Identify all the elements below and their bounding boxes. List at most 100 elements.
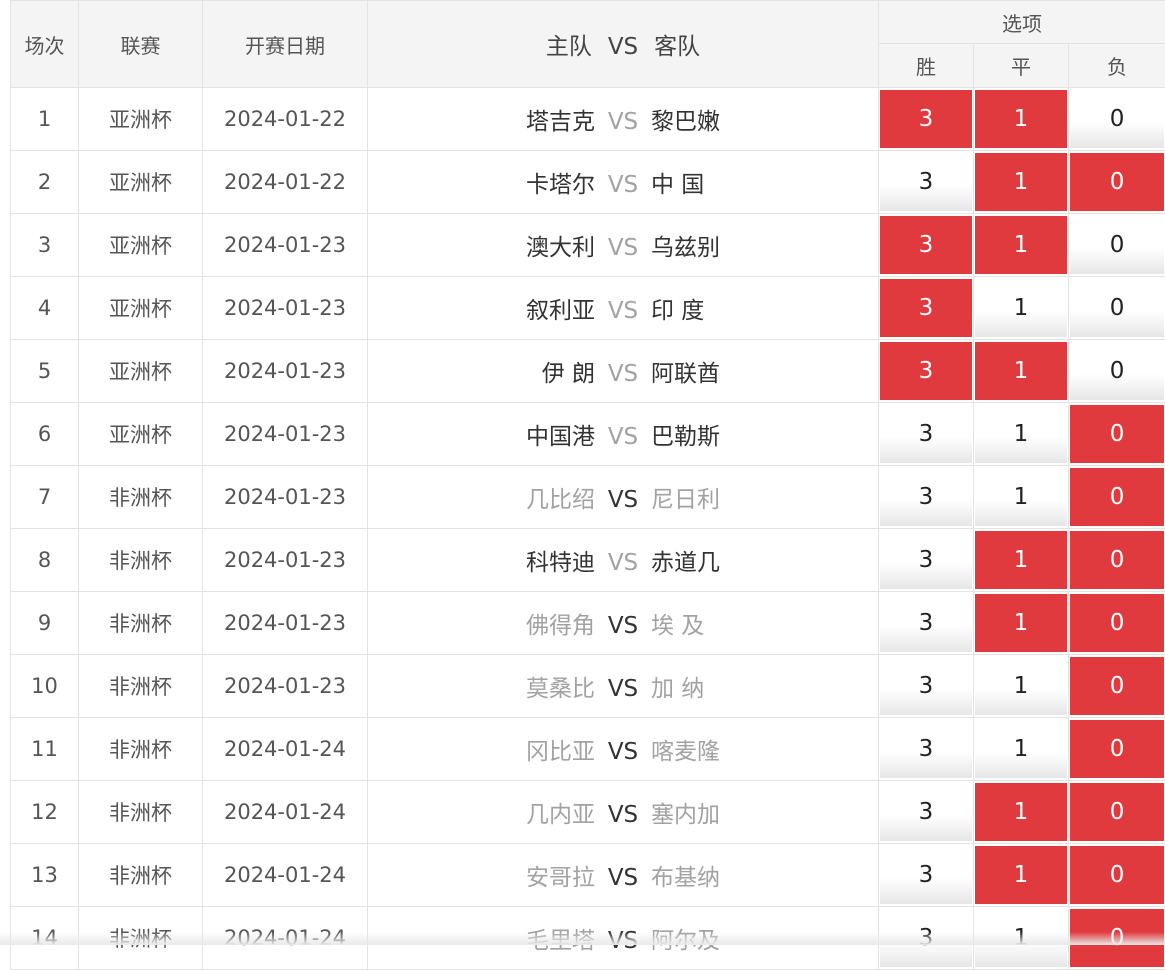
option-cell-draw: 1 — [974, 277, 1069, 340]
table-row: 10非洲杯2024-01-23莫桑比VS加 纳310 — [11, 655, 1165, 718]
option-draw-button[interactable]: 1 — [975, 720, 1067, 778]
date-cell: 2024-01-23 — [203, 214, 368, 277]
option-draw-button[interactable]: 1 — [975, 783, 1067, 841]
option-cell-lose: 0 — [1069, 781, 1165, 844]
option-win-button[interactable]: 3 — [880, 279, 972, 337]
table-row: 7非洲杯2024-01-23几比绍VS尼日利310 — [11, 466, 1165, 529]
date-cell: 2024-01-24 — [203, 718, 368, 781]
option-cell-lose: 0 — [1069, 277, 1165, 340]
option-draw-button[interactable]: 1 — [975, 153, 1067, 211]
option-cell-win: 3 — [879, 655, 974, 718]
option-cell-draw: 1 — [974, 151, 1069, 214]
league-cell: 非洲杯 — [79, 529, 203, 592]
table-row: 2亚洲杯2024-01-22卡塔尔VS中 国310 — [11, 151, 1165, 214]
option-cell-lose: 0 — [1069, 655, 1165, 718]
option-draw-button[interactable]: 1 — [975, 594, 1067, 652]
option-draw-button[interactable]: 1 — [975, 279, 1067, 337]
option-cell-win: 3 — [879, 151, 974, 214]
home-team: 伊 朗 — [375, 354, 595, 388]
option-cell-win: 3 — [879, 718, 974, 781]
option-draw-button[interactable]: 1 — [975, 216, 1067, 274]
option-draw-button[interactable]: 1 — [975, 846, 1067, 904]
date-cell: 2024-01-23 — [203, 403, 368, 466]
option-win-button[interactable]: 3 — [880, 216, 972, 274]
league-cell: 非洲杯 — [79, 655, 203, 718]
option-win-button[interactable]: 3 — [880, 657, 972, 715]
league-cell: 亚洲杯 — [79, 88, 203, 151]
home-team: 几比绍 — [375, 480, 595, 514]
match-cell: 安哥拉VS布基纳 — [368, 844, 879, 907]
option-cell-draw: 1 — [974, 844, 1069, 907]
header-away: 客队 — [654, 34, 700, 60]
home-team: 佛得角 — [375, 606, 595, 640]
match-index: 10 — [11, 655, 79, 718]
option-lose-button[interactable]: 0 — [1070, 846, 1164, 904]
option-cell-draw: 1 — [974, 592, 1069, 655]
header-league: 联赛 — [79, 1, 203, 88]
match-cell: 几比绍VS尼日利 — [368, 466, 879, 529]
option-win-button[interactable]: 3 — [880, 594, 972, 652]
option-draw-button[interactable]: 1 — [975, 342, 1067, 400]
option-cell-lose: 0 — [1069, 403, 1165, 466]
vs-label: VS — [595, 235, 651, 261]
option-lose-button[interactable]: 0 — [1070, 405, 1164, 463]
away-team: 布基纳 — [651, 858, 871, 892]
away-team: 印 度 — [651, 291, 871, 325]
option-cell-lose: 0 — [1069, 151, 1165, 214]
league-cell: 亚洲杯 — [79, 277, 203, 340]
match-index: 9 — [11, 592, 79, 655]
option-cell-lose: 0 — [1069, 466, 1165, 529]
option-win-button[interactable]: 3 — [880, 342, 972, 400]
option-win-button[interactable]: 3 — [880, 468, 972, 526]
option-cell-draw: 1 — [974, 403, 1069, 466]
option-win-button[interactable]: 3 — [880, 720, 972, 778]
match-cell: 科特迪VS赤道几 — [368, 529, 879, 592]
option-lose-button[interactable]: 0 — [1070, 531, 1164, 589]
option-win-button[interactable]: 3 — [880, 153, 972, 211]
home-team: 卡塔尔 — [375, 165, 595, 199]
option-lose-button[interactable]: 0 — [1070, 720, 1164, 778]
league-cell: 非洲杯 — [79, 844, 203, 907]
option-cell-draw: 1 — [974, 340, 1069, 403]
match-table: 场次 联赛 开赛日期 主队VS客队 选项 胜 平 负 1亚洲杯2024-01-2… — [10, 0, 1165, 970]
option-draw-button[interactable]: 1 — [975, 90, 1067, 148]
match-index: 4 — [11, 277, 79, 340]
option-draw-button[interactable]: 1 — [975, 531, 1067, 589]
date-cell: 2024-01-23 — [203, 592, 368, 655]
option-draw-button[interactable]: 1 — [975, 468, 1067, 526]
option-lose-button[interactable]: 0 — [1070, 153, 1164, 211]
option-win-button[interactable]: 3 — [880, 405, 972, 463]
option-lose-button[interactable]: 0 — [1070, 468, 1164, 526]
option-win-button[interactable]: 3 — [880, 531, 972, 589]
option-lose-button[interactable]: 0 — [1070, 90, 1164, 148]
league-cell: 非洲杯 — [79, 718, 203, 781]
option-cell-lose: 0 — [1069, 718, 1165, 781]
vs-label: VS — [595, 739, 651, 765]
option-lose-button[interactable]: 0 — [1070, 657, 1164, 715]
vs-label: VS — [595, 109, 651, 135]
league-cell: 亚洲杯 — [79, 340, 203, 403]
header-lose: 负 — [1069, 44, 1165, 88]
option-cell-draw: 1 — [974, 529, 1069, 592]
option-draw-button[interactable]: 1 — [975, 657, 1067, 715]
home-team: 冈比亚 — [375, 732, 595, 766]
home-team: 科特迪 — [375, 543, 595, 577]
option-lose-button[interactable]: 0 — [1070, 216, 1164, 274]
option-lose-button[interactable]: 0 — [1070, 594, 1164, 652]
league-cell: 亚洲杯 — [79, 151, 203, 214]
option-lose-button[interactable]: 0 — [1070, 279, 1164, 337]
home-team: 澳大利 — [375, 228, 595, 262]
option-cell-lose: 0 — [1069, 529, 1165, 592]
match-cell: 佛得角VS埃 及 — [368, 592, 879, 655]
match-index: 1 — [11, 88, 79, 151]
date-cell: 2024-01-22 — [203, 88, 368, 151]
header-options: 选项 — [879, 1, 1165, 44]
date-cell: 2024-01-23 — [203, 529, 368, 592]
option-win-button[interactable]: 3 — [880, 783, 972, 841]
option-win-button[interactable]: 3 — [880, 846, 972, 904]
option-win-button[interactable]: 3 — [880, 90, 972, 148]
option-lose-button[interactable]: 0 — [1070, 783, 1164, 841]
match-cell: 伊 朗VS阿联酋 — [368, 340, 879, 403]
option-draw-button[interactable]: 1 — [975, 405, 1067, 463]
option-lose-button[interactable]: 0 — [1070, 342, 1164, 400]
